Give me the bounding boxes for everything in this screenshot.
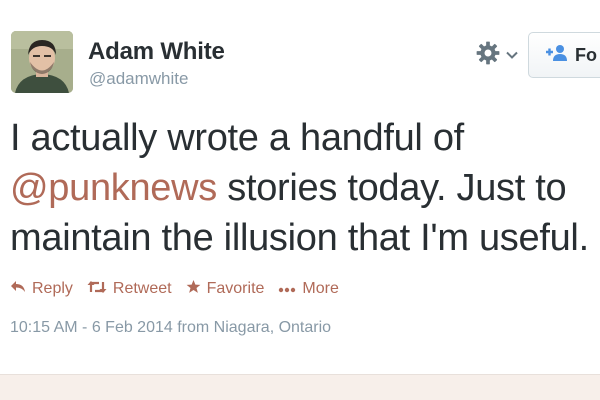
- reply-action[interactable]: Reply: [10, 280, 73, 298]
- retweet-icon: [87, 280, 107, 299]
- retweet-action[interactable]: Retweet: [87, 280, 172, 299]
- display-name[interactable]: Adam White: [88, 38, 225, 66]
- tweet-line: maintain the illusion that I'm useful.: [10, 217, 589, 259]
- settings-dropdown[interactable]: [475, 40, 525, 70]
- retweet-label: Retweet: [112, 280, 172, 297]
- username-handle[interactable]: @adamwhite: [89, 69, 188, 89]
- star-icon: [186, 279, 201, 299]
- tweet-line: @punknews stories today. Just to: [10, 163, 600, 213]
- tweet-line: I actually wrote a handful of: [10, 117, 464, 159]
- favorite-label: Favorite: [206, 280, 265, 297]
- favorite-action[interactable]: Favorite: [186, 279, 265, 299]
- tweet-timestamp[interactable]: 10:15 AM - 6 Feb 2014 from Niagara, Onta…: [10, 319, 331, 337]
- reply-label: Reply: [32, 280, 73, 297]
- avatar[interactable]: [11, 31, 73, 93]
- chevron-down-icon: [506, 46, 518, 64]
- follow-button[interactable]: Fo: [528, 32, 600, 78]
- mention-link[interactable]: @punknews: [10, 167, 217, 209]
- more-dots-icon: [278, 280, 296, 298]
- reply-box-area: [0, 375, 600, 400]
- tweet-actions: Reply Retweet Favorite More: [10, 278, 353, 300]
- more-action[interactable]: More: [278, 280, 339, 298]
- tweet-text: I actually wrote a handful of @punknews …: [10, 113, 600, 263]
- more-label: More: [302, 280, 339, 297]
- reply-icon: [10, 280, 26, 298]
- gear-icon: [475, 40, 501, 71]
- tweet-line-text: stories today. Just to: [217, 167, 567, 209]
- add-user-icon: [545, 44, 567, 67]
- follow-button-label: Fo: [575, 44, 597, 65]
